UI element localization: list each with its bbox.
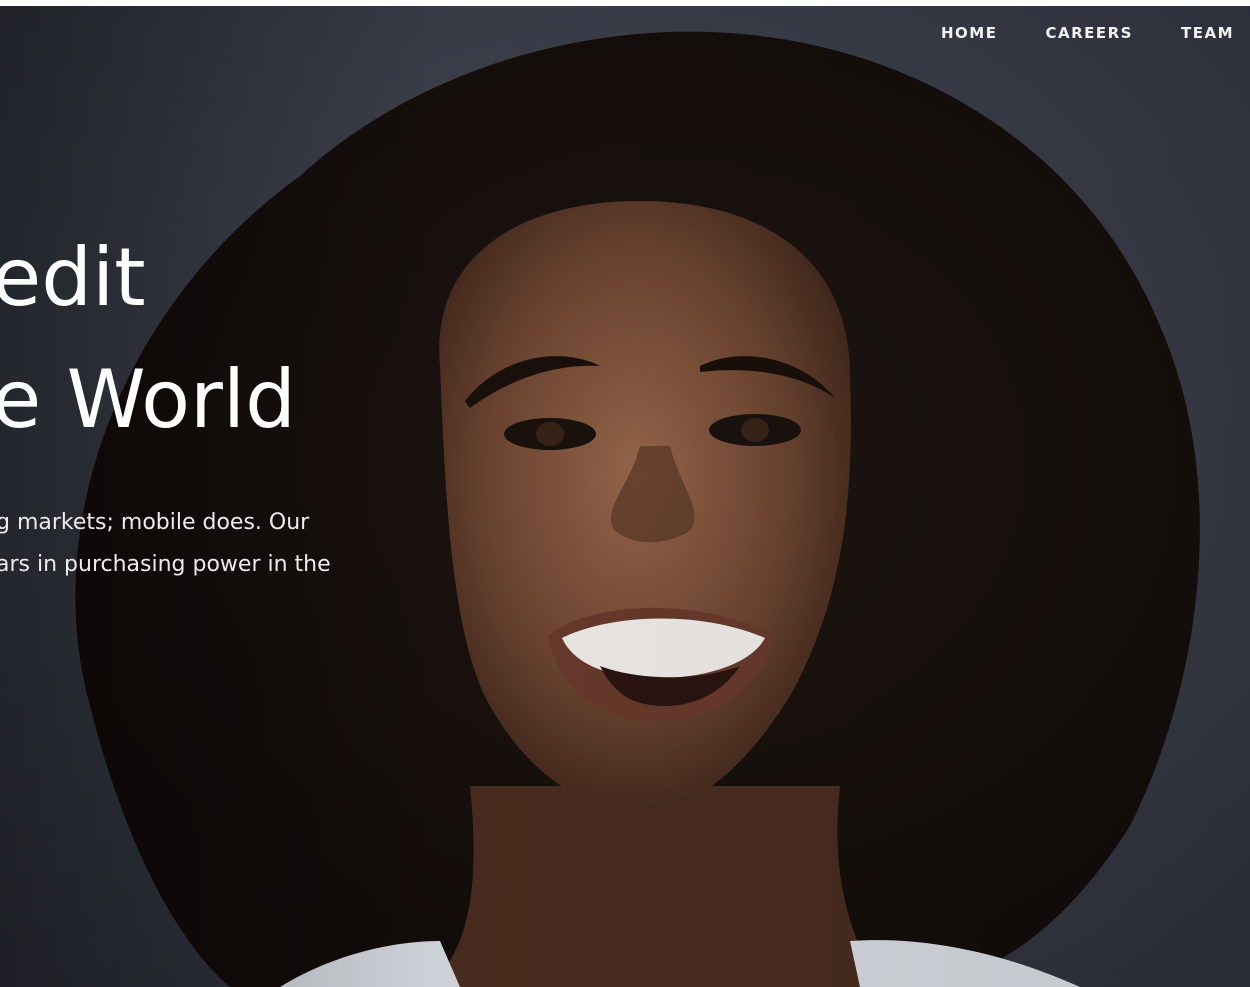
- hero-body-line-1: g markets; mobile does. Our: [0, 510, 310, 535]
- nav-careers-link[interactable]: CAREERS: [1045, 24, 1133, 42]
- hero-body-line-2: ars in purchasing power in the: [0, 552, 331, 577]
- hero-headline-line-2: e World: [0, 353, 296, 446]
- top-nav: HOME CAREERS TEAM: [941, 24, 1234, 42]
- nav-team-link[interactable]: TEAM: [1181, 24, 1234, 42]
- hero-headline-line-1: edit: [0, 231, 146, 324]
- nav-home-link[interactable]: HOME: [941, 24, 997, 42]
- hero-section: HOME CAREERS TEAM edit e World g markets…: [0, 6, 1250, 987]
- hero-photo: [0, 6, 1250, 987]
